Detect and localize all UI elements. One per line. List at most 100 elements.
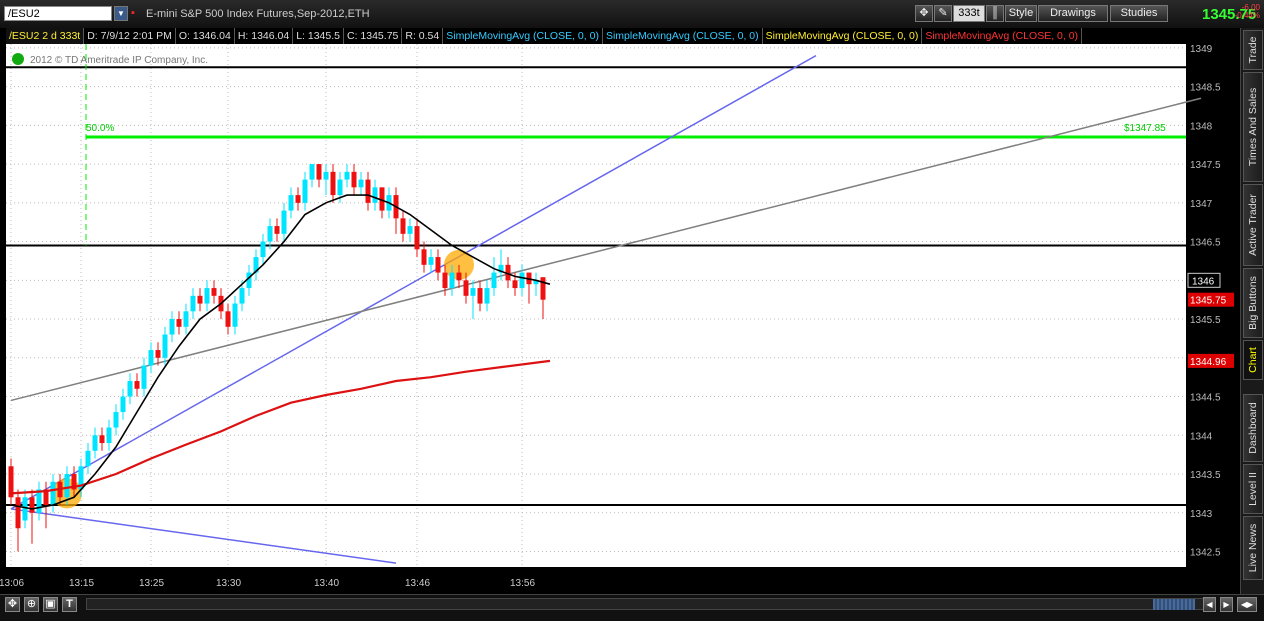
candle-body[interactable] bbox=[113, 412, 119, 428]
candle-body[interactable] bbox=[470, 288, 476, 296]
zoom-box-icon[interactable]: ▣ bbox=[43, 597, 58, 612]
candle-body[interactable] bbox=[127, 381, 133, 397]
candle-body[interactable] bbox=[50, 481, 56, 506]
candle-body[interactable] bbox=[211, 288, 217, 296]
candle-body[interactable] bbox=[204, 288, 210, 304]
x-tick-label: 13:06 bbox=[0, 578, 24, 589]
scroll-right-icon[interactable]: ▶ bbox=[1220, 597, 1233, 612]
candle-body[interactable] bbox=[22, 497, 28, 521]
tab-times-and-sales[interactable]: Times And Sales bbox=[1243, 72, 1263, 182]
scrollbar-thumb[interactable] bbox=[1153, 599, 1195, 610]
tab-level-ii[interactable]: Level II bbox=[1243, 464, 1263, 514]
candle-body[interactable] bbox=[162, 334, 168, 358]
info-open: O: 1346.04 bbox=[176, 28, 235, 44]
candle-body[interactable] bbox=[239, 288, 245, 304]
plot-area[interactable] bbox=[6, 44, 1186, 567]
candle-body[interactable] bbox=[512, 280, 518, 289]
tab-active-trader[interactable]: Active Trader bbox=[1243, 184, 1263, 266]
candle-body[interactable] bbox=[449, 272, 455, 289]
candle-body[interactable] bbox=[176, 319, 182, 327]
candle-body[interactable] bbox=[183, 311, 189, 327]
candle-body[interactable] bbox=[442, 272, 448, 289]
candle-body[interactable] bbox=[414, 226, 420, 250]
pencil-tool-icon[interactable]: ✎ bbox=[934, 5, 952, 22]
candle-body[interactable] bbox=[274, 226, 280, 234]
candle-body[interactable] bbox=[428, 257, 434, 265]
zoom-in-icon[interactable]: ⊕ bbox=[24, 597, 39, 612]
price-tag-label: 1345.75 bbox=[1190, 296, 1227, 307]
candle-body[interactable] bbox=[190, 295, 196, 312]
candle-body[interactable] bbox=[358, 179, 364, 188]
candle-body[interactable] bbox=[85, 450, 91, 467]
candle-body[interactable] bbox=[302, 179, 308, 203]
scroll-left-icon[interactable]: ◀ bbox=[1203, 597, 1216, 612]
study-label-sma-2[interactable]: SimpleMovingAvg (CLOSE, 0, 0) bbox=[603, 28, 763, 44]
study-label-sma-3[interactable]: SimpleMovingAvg (CLOSE, 0, 0) bbox=[763, 28, 923, 44]
tab-times-and-sales-label: Times And Sales bbox=[1247, 87, 1259, 167]
candle-body[interactable] bbox=[120, 396, 126, 413]
candle-body[interactable] bbox=[36, 489, 42, 513]
candle-body[interactable] bbox=[295, 195, 301, 203]
candle-body[interactable] bbox=[435, 257, 441, 273]
candle-body[interactable] bbox=[337, 179, 343, 196]
time-scrollbar[interactable] bbox=[86, 598, 1216, 610]
candle-body[interactable] bbox=[351, 171, 357, 188]
chart-canvas[interactable]: 1349 1348.5 1348 1347.5 1347 1346.5 1346 1345.5… bbox=[0, 28, 1240, 594]
tab-chart[interactable]: Chart bbox=[1243, 340, 1263, 380]
candle-body[interactable] bbox=[92, 435, 98, 451]
study-label-sma-4[interactable]: SimpleMovingAvg (CLOSE, 0, 0) bbox=[922, 28, 1083, 44]
candle-body[interactable] bbox=[491, 272, 497, 289]
studies-button[interactable]: Studies bbox=[1110, 5, 1168, 22]
candle-body[interactable] bbox=[155, 350, 161, 358]
info-date: D: 7/9/12 2:01 PM bbox=[84, 28, 176, 44]
symbol-dropdown-icon[interactable]: ▼ bbox=[114, 6, 128, 21]
tab-trade[interactable]: Trade bbox=[1243, 30, 1263, 70]
tick-style-icon[interactable]: ║ bbox=[986, 5, 1004, 22]
style-button[interactable]: Style bbox=[1005, 5, 1037, 22]
candle-body[interactable] bbox=[64, 474, 70, 498]
candle-body[interactable] bbox=[141, 365, 147, 389]
tab-live-news[interactable]: Live News bbox=[1243, 516, 1263, 580]
candle-body[interactable] bbox=[169, 319, 175, 335]
tab-big-buttons[interactable]: Big Buttons bbox=[1243, 268, 1263, 338]
pan-icon[interactable]: ✥ bbox=[5, 597, 20, 612]
crosshair-tool-icon[interactable]: ✥ bbox=[915, 5, 933, 22]
candle-body[interactable] bbox=[134, 381, 140, 389]
candle-body[interactable] bbox=[148, 350, 154, 366]
drawings-button[interactable]: Drawings bbox=[1038, 5, 1108, 22]
candle-body[interactable] bbox=[260, 241, 266, 258]
candle-body[interactable] bbox=[232, 303, 238, 327]
candle-body[interactable] bbox=[484, 288, 490, 304]
candle-body[interactable] bbox=[421, 249, 427, 265]
candle-body[interactable] bbox=[99, 435, 105, 444]
candle-body[interactable] bbox=[540, 277, 546, 300]
candle-body[interactable] bbox=[323, 171, 329, 180]
candle-body[interactable] bbox=[106, 427, 112, 444]
candle-body[interactable] bbox=[15, 497, 21, 529]
candle-body[interactable] bbox=[281, 210, 287, 234]
candle-body[interactable] bbox=[267, 226, 273, 242]
tab-dashboard[interactable]: Dashboard bbox=[1243, 394, 1263, 462]
candle-body[interactable] bbox=[197, 295, 203, 304]
symbol-link-icon[interactable]: ▪ bbox=[131, 6, 143, 21]
candle-body[interactable] bbox=[519, 272, 525, 289]
candle-body[interactable] bbox=[477, 288, 483, 304]
candle-body[interactable] bbox=[456, 272, 462, 281]
candle-body[interactable] bbox=[400, 218, 406, 234]
candle-body[interactable] bbox=[372, 187, 378, 203]
study-label-sma-1[interactable]: SimpleMovingAvg (CLOSE, 0, 0) bbox=[443, 28, 603, 44]
candle-body[interactable] bbox=[309, 164, 315, 180]
aggregation-button[interactable]: 333t bbox=[953, 5, 985, 22]
expand-icon[interactable]: ◀▶ bbox=[1237, 597, 1257, 612]
candle-body[interactable] bbox=[288, 195, 294, 211]
candle-body[interactable] bbox=[344, 171, 350, 180]
candle-body[interactable] bbox=[29, 497, 35, 513]
candle-body[interactable] bbox=[316, 164, 322, 180]
candle-body[interactable] bbox=[463, 280, 469, 296]
symbol-input[interactable]: /ESU2 bbox=[4, 6, 112, 21]
candle-body[interactable] bbox=[407, 226, 413, 234]
candle-body[interactable] bbox=[330, 171, 336, 196]
candle-body[interactable] bbox=[225, 311, 231, 327]
text-tool-icon[interactable]: T bbox=[62, 597, 77, 612]
candle-body[interactable] bbox=[365, 179, 371, 203]
